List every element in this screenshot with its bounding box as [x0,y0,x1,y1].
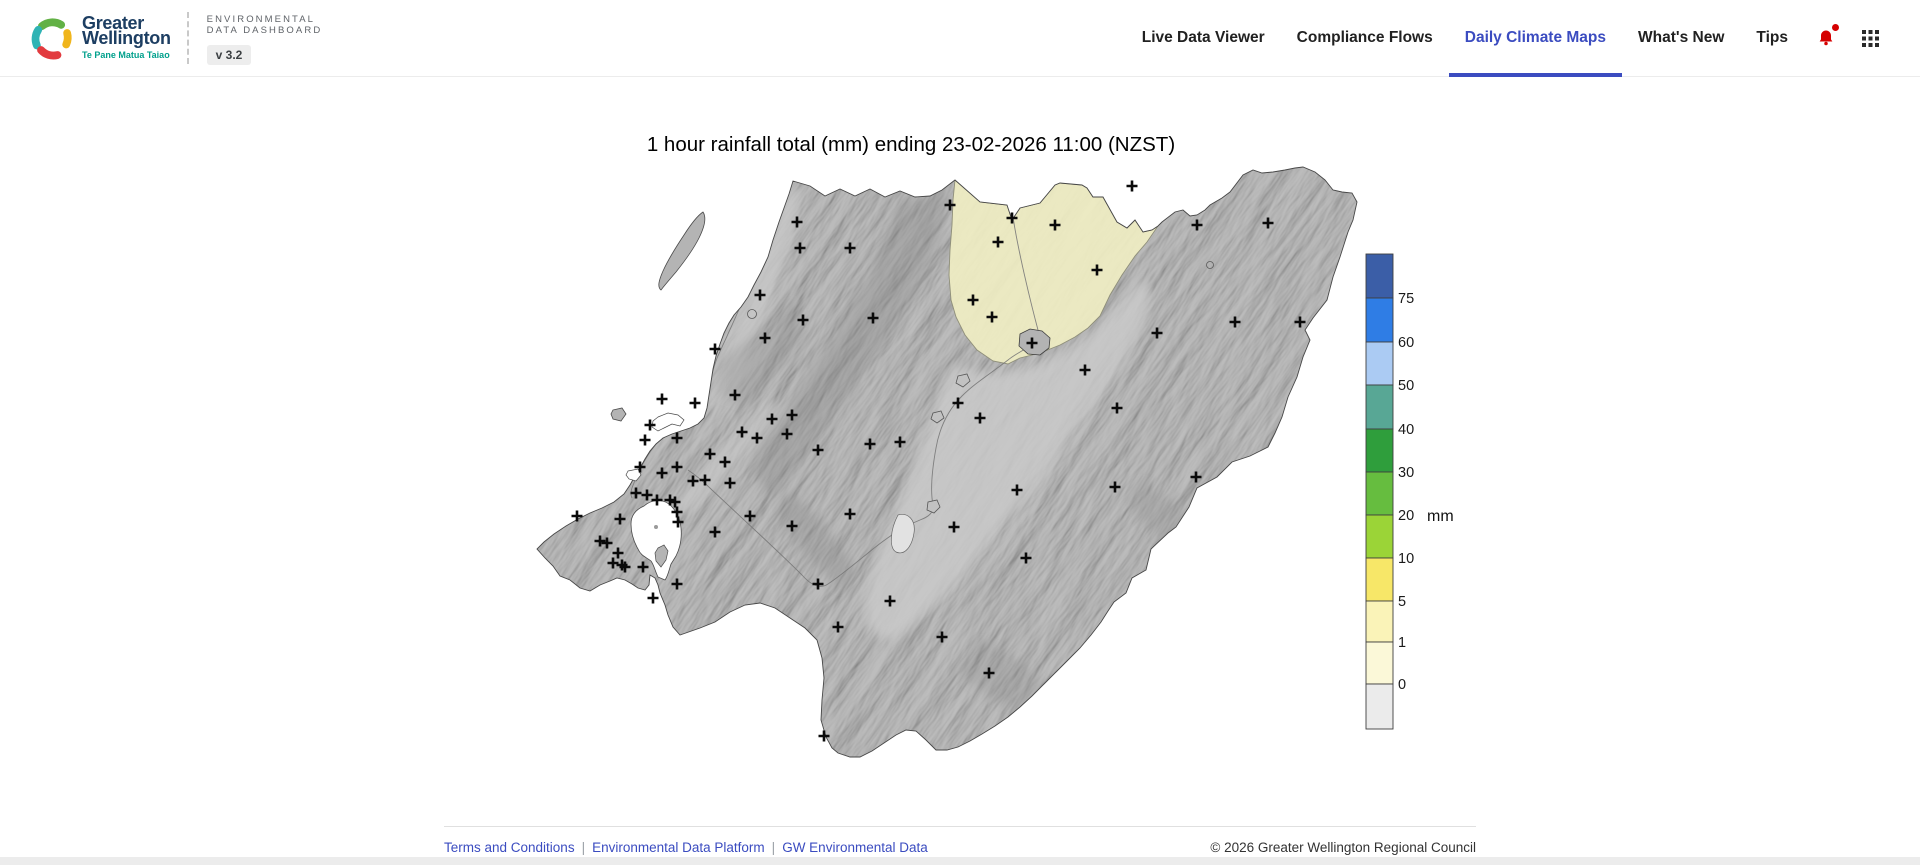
legend-tick-label: 60 [1398,335,1414,351]
footer-separator: | [771,840,776,855]
legend-tick-label: 30 [1398,465,1414,481]
land-shape [537,167,1357,757]
footer-links: Terms and Conditions | Environmental Data … [444,840,928,855]
map-title: 1 hour rainfall total (mm) ending 23-02-… [646,133,1176,156]
nav-item-daily-climate-maps[interactable]: Daily Climate Maps [1448,0,1623,77]
legend-segment [1365,683,1394,730]
footer-separator: | [581,840,586,855]
footer-copyright: © 2026 Greater Wellington Regional Counc… [1210,840,1476,855]
header-divider [186,12,189,64]
legend-tick-label: 75 [1398,291,1414,307]
bottom-strip [0,857,1920,865]
product-line2: DATA DASHBOARD [206,24,323,36]
legend-unit-label: mm [1427,508,1454,525]
legend-segment [1365,341,1394,386]
legend-tick-label: 0 [1398,677,1406,693]
legend-segment [1365,384,1394,430]
legend-segment [1365,557,1394,602]
footer-link-gw-env-data[interactable]: GW Environmental Data [782,840,928,855]
apps-menu-button[interactable] [1848,0,1892,77]
version-badge: v 3.2 [206,44,252,65]
brand-line2: Wellington [82,28,171,48]
footer-link-terms[interactable]: Terms and Conditions [444,840,575,855]
nav-item-compliance-flows[interactable]: Compliance Flows [1281,0,1449,77]
legend-tick-label: 1 [1398,635,1406,651]
product-line1: ENVIRONMENTAL [206,13,316,25]
brand-logo[interactable]: Greater Wellington Te Pane Matua Taiao [30,14,171,61]
brand-tagline: Te Pane Matua Taiao [82,50,170,60]
legend-tick-label: 50 [1398,378,1414,394]
nav-item-whats-new[interactable]: What's New [1622,0,1740,77]
legend-segment [1365,514,1394,559]
nav-item-live-data-viewer[interactable]: Live Data Viewer [1126,0,1281,77]
notification-dot [1832,23,1839,31]
footer-link-env-data-platform[interactable]: Environmental Data Platform [592,840,765,855]
page-footer: Terms and Conditions | Environmental Data … [0,826,1920,855]
product-title: ENVIRONMENTAL DATA DASHBOARD v 3.2 [206,12,323,65]
legend-segment [1365,471,1394,516]
legend-segment [1365,600,1394,643]
legend-segment [1365,297,1394,343]
brand-text: Greater Wellington Te Pane Matua Taiao [82,14,171,60]
legend-segment [1365,253,1394,299]
page: Greater Wellington Te Pane Matua Taiao E… [0,0,1920,865]
legend-tick-label: 10 [1398,551,1414,567]
legend-segment [1365,428,1394,473]
offshore-islands [610,211,706,422]
app-header: Greater Wellington Te Pane Matua Taiao E… [0,0,1920,77]
rainfall-map: 75605040302010510mm [536,166,1454,758]
nav-item-tips[interactable]: Tips [1740,0,1804,77]
notifications-button[interactable] [1804,0,1848,77]
gw-swirl-icon [31,18,72,60]
apps-grid-icon [1861,29,1879,47]
legend-segment [1365,641,1394,685]
rainfall-legend: 75605040302010510mm [1365,253,1454,730]
legend-tick-label: 40 [1398,422,1414,438]
legend-tick-label: 20 [1398,508,1414,524]
main-nav: Live Data Viewer Compliance Flows Daily … [1126,0,1920,77]
legend-tick-label: 5 [1398,594,1406,610]
